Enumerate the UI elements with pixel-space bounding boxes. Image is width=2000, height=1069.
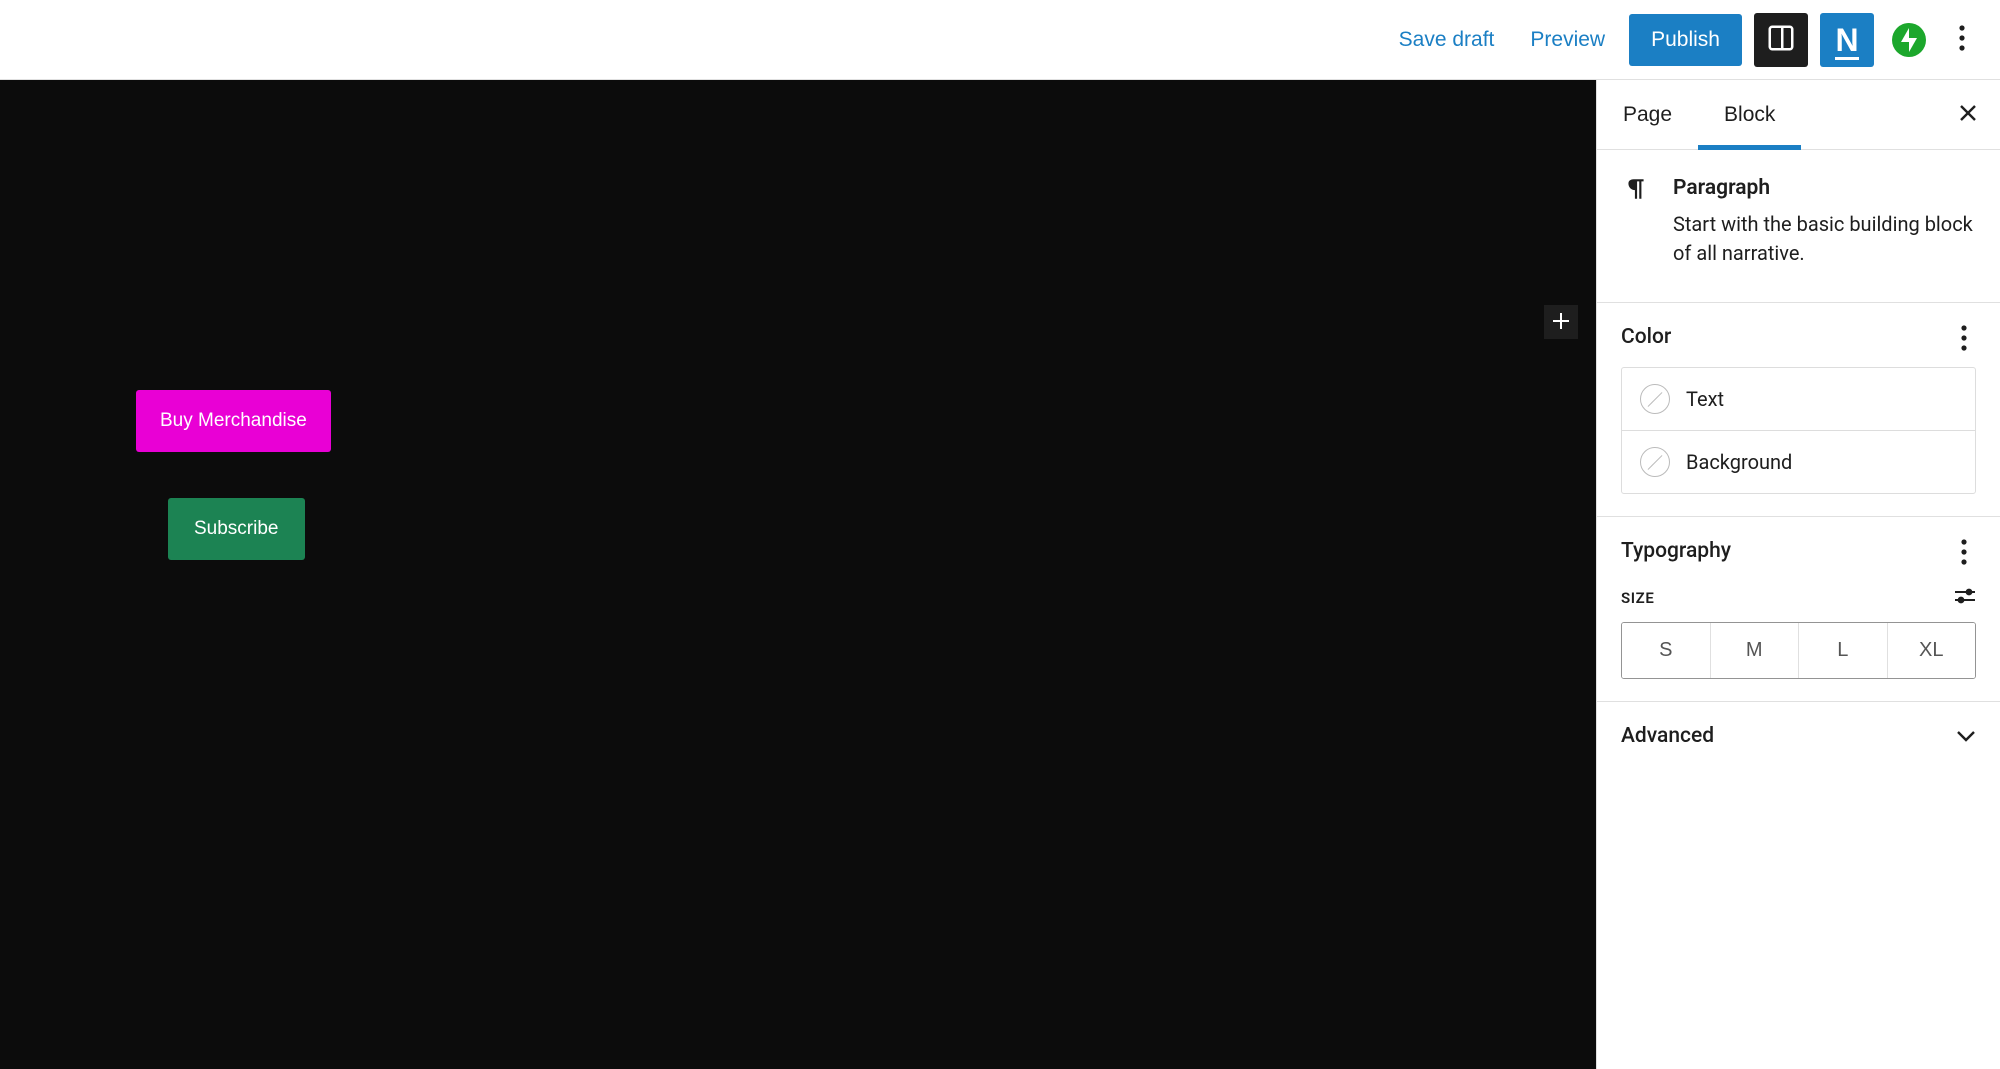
size-s-button[interactable]: S: [1622, 623, 1710, 678]
size-buttons: S M L XL: [1621, 622, 1976, 679]
jetpack-icon: [1892, 23, 1926, 57]
sidebar-tabs: Page Block: [1597, 80, 2000, 150]
publish-button[interactable]: Publish: [1629, 14, 1742, 66]
text-color-item[interactable]: Text: [1622, 368, 1975, 430]
settings-panel-toggle[interactable]: [1754, 13, 1808, 67]
kebab-icon: [1961, 553, 1967, 568]
save-draft-button[interactable]: Save draft: [1387, 20, 1507, 60]
n-icon: N: [1835, 24, 1858, 56]
main-area: Buy Merchandise Subscribe Page Block: [0, 80, 2000, 1069]
sliders-icon: [1954, 593, 1976, 608]
block-title: Paragraph: [1673, 176, 1976, 200]
size-label: SIZE: [1621, 589, 1654, 607]
close-sidebar-button[interactable]: [1946, 93, 1990, 137]
color-section: Color Text Background: [1597, 303, 2000, 517]
size-l-button[interactable]: L: [1798, 623, 1887, 678]
editor-canvas[interactable]: Buy Merchandise Subscribe: [0, 80, 1596, 1069]
panel-icon: [1766, 23, 1796, 56]
kebab-icon: [1961, 339, 1967, 354]
settings-sidebar: Page Block Paragraph Start with the basi…: [1596, 80, 2000, 1069]
chevron-down-icon: [1956, 724, 1976, 748]
block-description: Start with the basic building block of a…: [1673, 210, 1976, 268]
block-info: Paragraph Start with the basic building …: [1597, 150, 2000, 303]
color-section-title: Color: [1621, 325, 1671, 349]
color-list: Text Background: [1621, 367, 1976, 494]
more-options-button[interactable]: [1944, 13, 1980, 67]
size-custom-toggle[interactable]: [1954, 587, 1976, 608]
empty-swatch-icon: [1640, 447, 1670, 477]
typography-section-options[interactable]: [1952, 539, 1976, 563]
text-color-label: Text: [1686, 387, 1724, 411]
plus-icon: [1552, 312, 1570, 333]
typography-section: Typography SIZE S M L XL: [1597, 517, 2000, 702]
newspack-button[interactable]: N: [1820, 13, 1874, 67]
close-icon: [1958, 103, 1978, 126]
canvas-content: Buy Merchandise Subscribe: [0, 80, 1596, 1069]
background-color-label: Background: [1686, 450, 1792, 474]
size-xl-button[interactable]: XL: [1887, 623, 1976, 678]
paragraph-icon: [1623, 176, 1655, 268]
kebab-icon: [1959, 25, 1965, 54]
tab-block[interactable]: Block: [1698, 80, 1801, 149]
subscribe-button[interactable]: Subscribe: [168, 498, 305, 560]
preview-button[interactable]: Preview: [1518, 20, 1617, 60]
editor-toolbar: Save draft Preview Publish N: [0, 0, 2000, 80]
background-color-item[interactable]: Background: [1622, 430, 1975, 493]
add-block-button[interactable]: [1544, 305, 1578, 339]
empty-swatch-icon: [1640, 384, 1670, 414]
tab-page[interactable]: Page: [1597, 80, 1698, 149]
buy-merchandise-button[interactable]: Buy Merchandise: [136, 390, 331, 452]
advanced-title: Advanced: [1621, 724, 1714, 748]
typography-section-title: Typography: [1621, 539, 1731, 563]
jetpack-button[interactable]: [1886, 13, 1932, 67]
color-section-options[interactable]: [1952, 325, 1976, 349]
advanced-section-toggle[interactable]: Advanced: [1597, 702, 2000, 770]
size-m-button[interactable]: M: [1710, 623, 1799, 678]
